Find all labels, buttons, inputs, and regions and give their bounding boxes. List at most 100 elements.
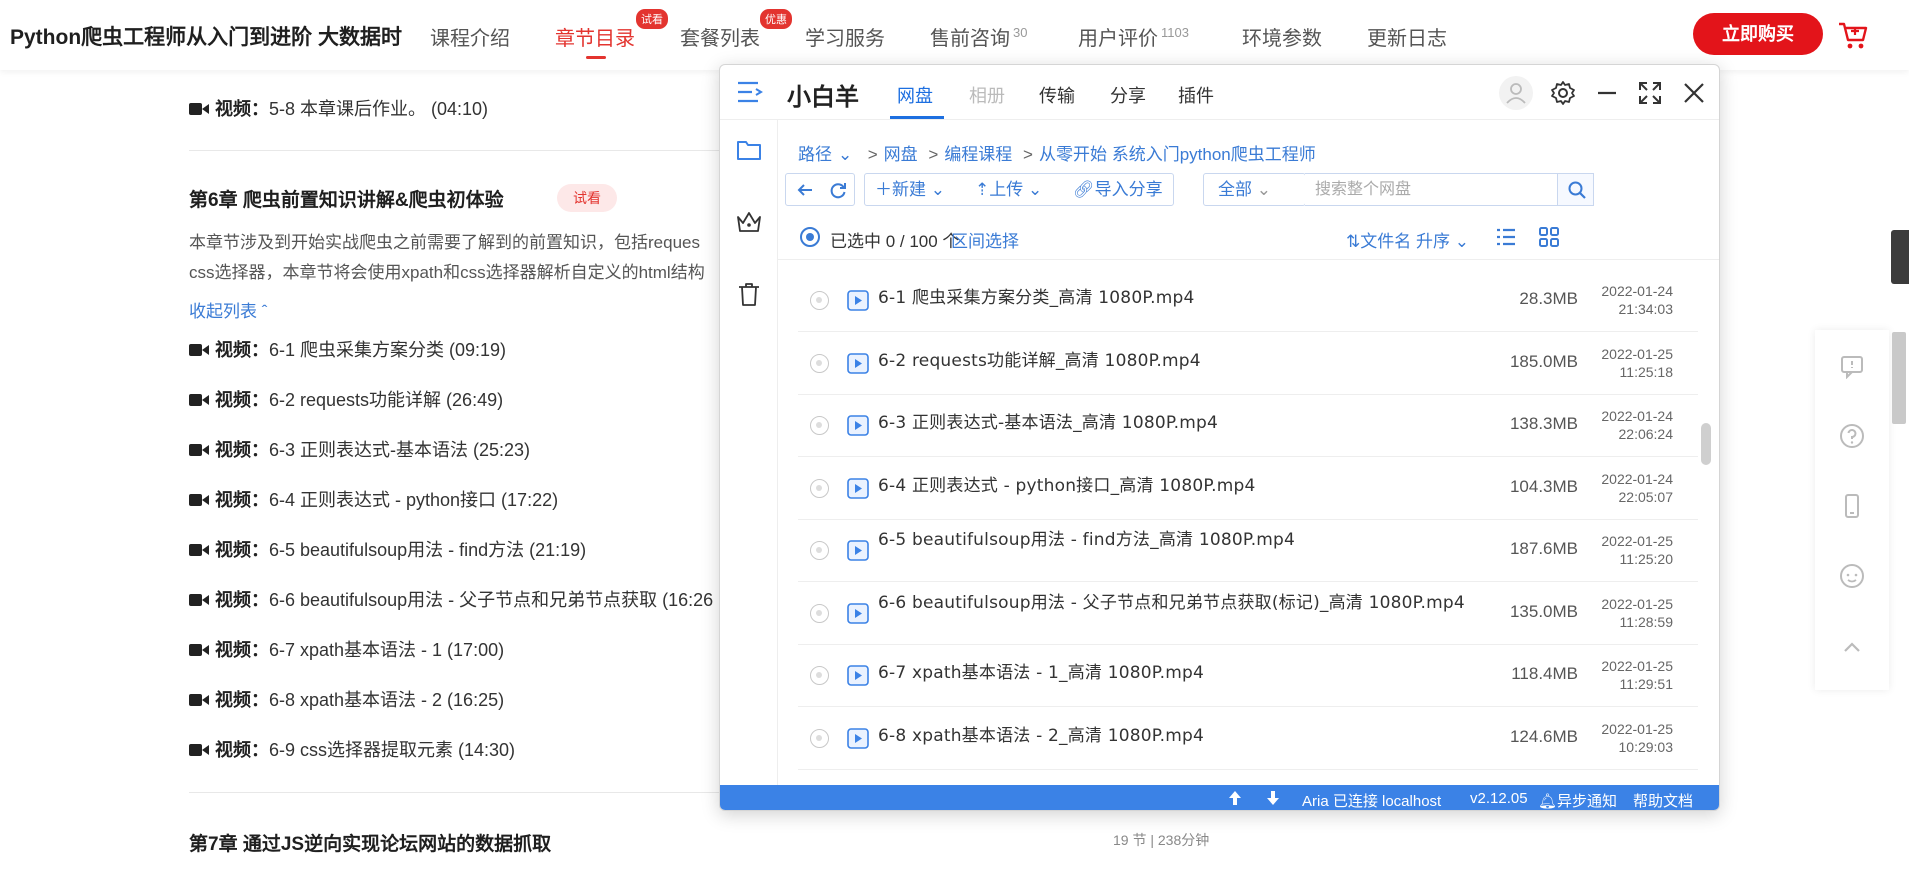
new-button[interactable]: ＋新建 ⌄ [875, 174, 945, 205]
file-row[interactable]: 6-3 正则表达式-基本语法_高清 1080P.mp4 138.3MB 2022-0… [798, 395, 1698, 457]
video-icon [189, 394, 209, 406]
arrow-down-icon[interactable] [1265, 789, 1281, 807]
nav-package-list[interactable]: 套餐列表 [680, 22, 760, 51]
upload-button[interactable]: ⇡上传 ⌄ [975, 174, 1042, 205]
file-row[interactable]: 6-5 beautifulsoup用法 - find方法_高清 1080P.mp… [798, 520, 1698, 582]
range-select-link[interactable]: 区间选择 [951, 227, 1019, 252]
file-row[interactable]: 6-8 xpath基本语法 - 2_高清 1080P.mp4 124.6MB 202… [798, 708, 1698, 770]
refresh-icon[interactable] [828, 180, 848, 200]
tab-netdisk[interactable]: 网盘 [897, 82, 933, 108]
file-select-radio[interactable] [810, 291, 829, 310]
search-button[interactable] [1557, 173, 1594, 206]
file-select-radio[interactable] [810, 541, 829, 560]
breadcrumb-current[interactable]: 从零开始 系统入门python爬虫工程师 [1039, 145, 1316, 164]
back-arrow-icon[interactable] [795, 180, 815, 200]
search-input[interactable] [1305, 173, 1558, 206]
sort-dropdown[interactable]: ⇅文件名 升序 ⌄ [1346, 227, 1469, 252]
side-toolbar [1815, 330, 1889, 690]
select-all-radio[interactable] [800, 227, 820, 247]
file-select-radio[interactable] [810, 416, 829, 435]
file-row[interactable]: 6-7 xpath基本语法 - 1_高清 1080P.mp4 118.4MB 202… [798, 645, 1698, 707]
page-scrollbar[interactable] [1892, 332, 1906, 424]
list-item[interactable]: 视频：6-5 beautifulsoup用法 - find方法 (21:19) [189, 536, 586, 562]
search-icon [1568, 181, 1586, 199]
maximize-icon[interactable] [1636, 79, 1664, 107]
chat-icon[interactable] [1839, 563, 1865, 589]
trash-icon[interactable] [735, 280, 763, 308]
folder-icon[interactable] [735, 136, 763, 164]
arrow-up-icon[interactable] [1227, 789, 1243, 807]
breadcrumb-netdisk[interactable]: 网盘 [884, 145, 918, 164]
nav-course-intro[interactable]: 课程介绍 [430, 22, 510, 51]
nav-changelog[interactable]: 更新日志 [1367, 22, 1447, 51]
video-file-icon [847, 603, 869, 624]
file-select-radio[interactable] [810, 604, 829, 623]
list-item[interactable]: 视频：6-6 beautifulsoup用法 - 父子节点和兄弟节点获取 (16… [189, 586, 713, 612]
nav-chapter-list[interactable]: 章节目录 [555, 22, 635, 51]
user-avatar-icon[interactable] [1498, 75, 1534, 111]
list-item[interactable]: 视频：6-7 xpath基本语法 - 1 (17:00) [189, 636, 504, 662]
panel-header: 小白羊 网盘 相册 传输 分享 插件 [720, 65, 1719, 120]
nav-env-params[interactable]: 环境参数 [1242, 22, 1322, 51]
file-select-radio[interactable] [810, 354, 829, 373]
import-share-button[interactable]: 🔗︎导入分享 [1073, 174, 1163, 205]
file-date: 2022-01-25 11:25:18 [1593, 345, 1673, 381]
chevron-down-icon: ⌄ [926, 180, 945, 199]
file-row[interactable]: 6-2 requests功能详解_高清 1080P.mp4 185.0MB 2022… [798, 333, 1698, 395]
tab-plugins[interactable]: 插件 [1178, 82, 1214, 108]
buy-now-button[interactable]: 立即购买 [1693, 13, 1823, 55]
breadcrumb-path[interactable]: 路径 [798, 145, 832, 164]
list-item[interactable]: 视频：6-4 正则表达式 - python接口 (17:22) [189, 486, 558, 512]
collapse-list-link[interactable]: 收起列表 ˆ [189, 297, 267, 322]
file-select-radio[interactable] [810, 666, 829, 685]
close-icon[interactable] [1680, 79, 1708, 107]
scope-select[interactable]: 全部 ⌄ [1203, 173, 1306, 206]
back-to-top-icon[interactable] [1839, 635, 1865, 661]
grid-view-icon[interactable] [1537, 225, 1561, 249]
lesson-title: 6-8 xpath基本语法 - 2 (16:25) [269, 690, 505, 710]
breadcrumb-programming[interactable]: 编程课程 [944, 145, 1012, 164]
menu-toggle-icon[interactable] [736, 79, 764, 105]
feedback-icon[interactable] [1839, 353, 1865, 379]
file-date-day: 2022-01-24 [1601, 471, 1673, 487]
file-row[interactable]: 6-1 爬虫采集方案分类_高清 1080P.mp4 28.3MB 2022-01-2… [798, 270, 1698, 332]
list-item[interactable]: 视频：6-3 正则表达式-基本语法 (25:23) [189, 436, 530, 462]
nav-presale-consult[interactable]: 售前咨询 30 [930, 22, 1027, 51]
list-item[interactable]: 视频：6-2 requests功能详解 (26:49) [189, 386, 503, 412]
nav-learning-service[interactable]: 学习服务 [805, 22, 885, 51]
lesson-title: 6-9 css选择器提取元素 (14:30) [269, 740, 516, 760]
list-item[interactable]: 视频：6-8 xpath基本语法 - 2 (16:25) [189, 686, 504, 712]
chapter-desc-line-1: 本章节涉及到开始实战爬虫之前需要了解到的前置知识，包括reques [189, 233, 700, 252]
file-date-time: 22:06:24 [1618, 426, 1674, 442]
tab-share[interactable]: 分享 [1110, 82, 1146, 108]
file-list-scrollbar[interactable] [1701, 423, 1711, 465]
file-select-radio[interactable] [810, 729, 829, 748]
help-icon[interactable] [1839, 423, 1865, 449]
edge-widget[interactable] [1891, 230, 1909, 284]
cart-icon[interactable] [1836, 18, 1870, 52]
nav-user-reviews[interactable]: 用户评价 1103 [1078, 22, 1189, 51]
list-item[interactable]: 视频：6-9 css选择器提取元素 (14:30) [189, 736, 515, 762]
crown-icon[interactable] [735, 208, 763, 236]
help-docs-link[interactable]: 帮助文档 [1633, 790, 1693, 810]
tab-transfer[interactable]: 传输 [1039, 82, 1075, 108]
file-select-radio[interactable] [810, 479, 829, 498]
lesson-label: 视频： [215, 690, 269, 710]
lesson-label: 视频： [215, 640, 269, 660]
async-notify[interactable]: 🔔︎异步通知 [1538, 790, 1617, 810]
chapter-trial-tag[interactable]: 试看 [557, 184, 617, 212]
selection-count: 已选中 0 / 100 个 [830, 232, 960, 251]
file-row[interactable]: 6-4 正则表达式 - python接口_高清 1080P.mp4 104.3MB… [798, 458, 1698, 520]
mobile-icon[interactable] [1839, 493, 1865, 519]
file-row[interactable]: 6-6 beautifulsoup用法 - 父子节点和兄弟节点获取(标记)_高清… [798, 583, 1698, 645]
lesson-title: 6-5 beautifulsoup用法 - find方法 (21:19) [269, 540, 587, 560]
top-navigation: Python爬虫工程师从入门到进阶 大数据时 课程介绍 章节目录 试看 套餐列表… [0, 0, 1909, 70]
settings-gear-icon[interactable] [1549, 79, 1577, 107]
collapse-label: 收起列表 [189, 302, 257, 321]
file-date: 2022-01-25 11:28:59 [1593, 595, 1673, 631]
list-item[interactable]: 视频：5-8 本章课后作业。 (04:10) [189, 95, 488, 121]
list-view-icon[interactable] [1494, 225, 1518, 249]
minimize-icon[interactable] [1593, 79, 1621, 107]
history-button-group [785, 173, 855, 206]
list-item[interactable]: 视频：6-1 爬虫采集方案分类 (09:19) [189, 336, 506, 362]
